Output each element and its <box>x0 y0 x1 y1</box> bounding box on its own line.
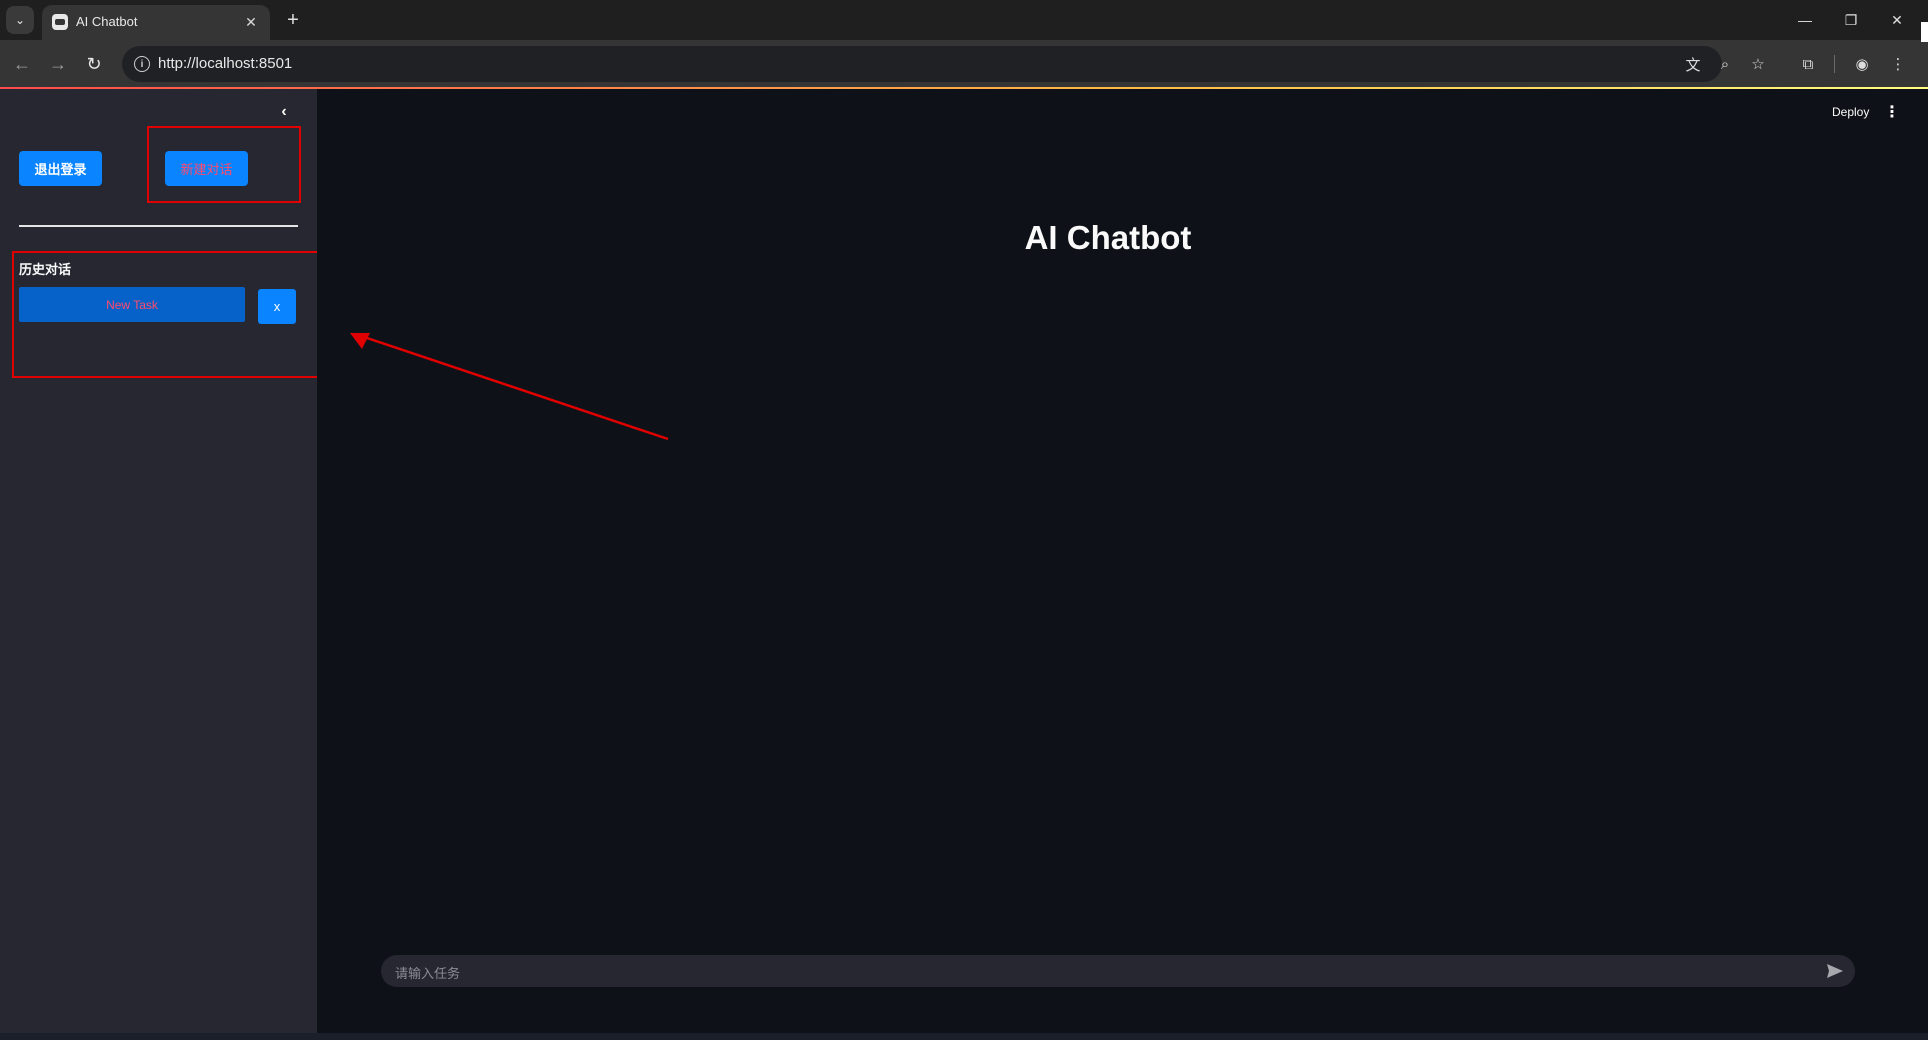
sidebar: ‹ 退出登录 新建对话 历史对话 New Task x <box>0 89 324 1033</box>
annotation-arrow <box>350 333 669 441</box>
browser-toolbar: ← → ↻ i http://localhost:8501 文 ⌕ ☆ ⧉ ◉ … <box>0 40 1928 88</box>
forward-icon[interactable]: → <box>44 50 72 78</box>
profile-icon[interactable]: ◉ <box>1848 50 1876 78</box>
logout-button[interactable]: 退出登录 <box>19 151 102 186</box>
new-tab-button[interactable]: + <box>280 7 306 33</box>
close-window-button[interactable]: ✕ <box>1883 6 1911 34</box>
minimize-button[interactable]: — <box>1791 6 1819 34</box>
chat-input[interactable]: 请输入任务 <box>381 955 1855 987</box>
chat-input-placeholder: 请输入任务 <box>395 966 461 981</box>
tab-title: AI Chatbot <box>76 14 138 29</box>
tab-close-icon[interactable]: ✕ <box>240 11 262 33</box>
translate-icon[interactable]: 文 <box>1679 50 1707 78</box>
reload-icon[interactable]: ↻ <box>80 50 108 78</box>
os-taskbar <box>0 1033 1928 1040</box>
url-text[interactable]: http://localhost:8501 <box>158 55 292 72</box>
screen: ⌄ AI Chatbot ✕ + — ❐ ✕ ← → ↻ i http://lo… <box>0 0 1928 1040</box>
main-content: Deploy ⋮ AI Chatbot 请输入任务 <box>317 89 1928 1033</box>
sidebar-divider <box>19 225 298 227</box>
favicon-icon <box>52 14 68 30</box>
info-icon[interactable]: i <box>134 56 150 72</box>
tab-search-icon[interactable]: ⌄ <box>6 6 34 34</box>
annotation-box-new-chat <box>147 126 301 203</box>
annotation-box-history <box>12 251 324 378</box>
extensions-icon[interactable]: ⧉ <box>1794 50 1822 78</box>
browser-tab[interactable]: AI Chatbot ✕ <box>42 5 270 40</box>
chevron-left-icon[interactable]: ‹ <box>276 103 292 120</box>
toolbar-divider <box>1834 55 1835 73</box>
zoom-icon[interactable]: ⌕ <box>1711 50 1739 78</box>
back-icon[interactable]: ← <box>8 50 36 78</box>
restore-button[interactable]: ❐ <box>1837 6 1865 34</box>
address-bar[interactable]: i http://localhost:8501 <box>122 46 1722 82</box>
browser-menu-icon[interactable]: ⋮ <box>1884 50 1912 78</box>
page-title: AI Chatbot <box>1024 219 1192 256</box>
send-icon[interactable] <box>1825 960 1845 982</box>
menu-icon[interactable]: ⋮ <box>1884 103 1900 121</box>
star-icon[interactable]: ☆ <box>1744 50 1772 78</box>
deploy-button[interactable]: Deploy <box>1832 105 1869 119</box>
edge-artifact <box>1921 22 1928 42</box>
browser-tabbar: ⌄ AI Chatbot ✕ + — ❐ ✕ <box>0 0 1928 40</box>
